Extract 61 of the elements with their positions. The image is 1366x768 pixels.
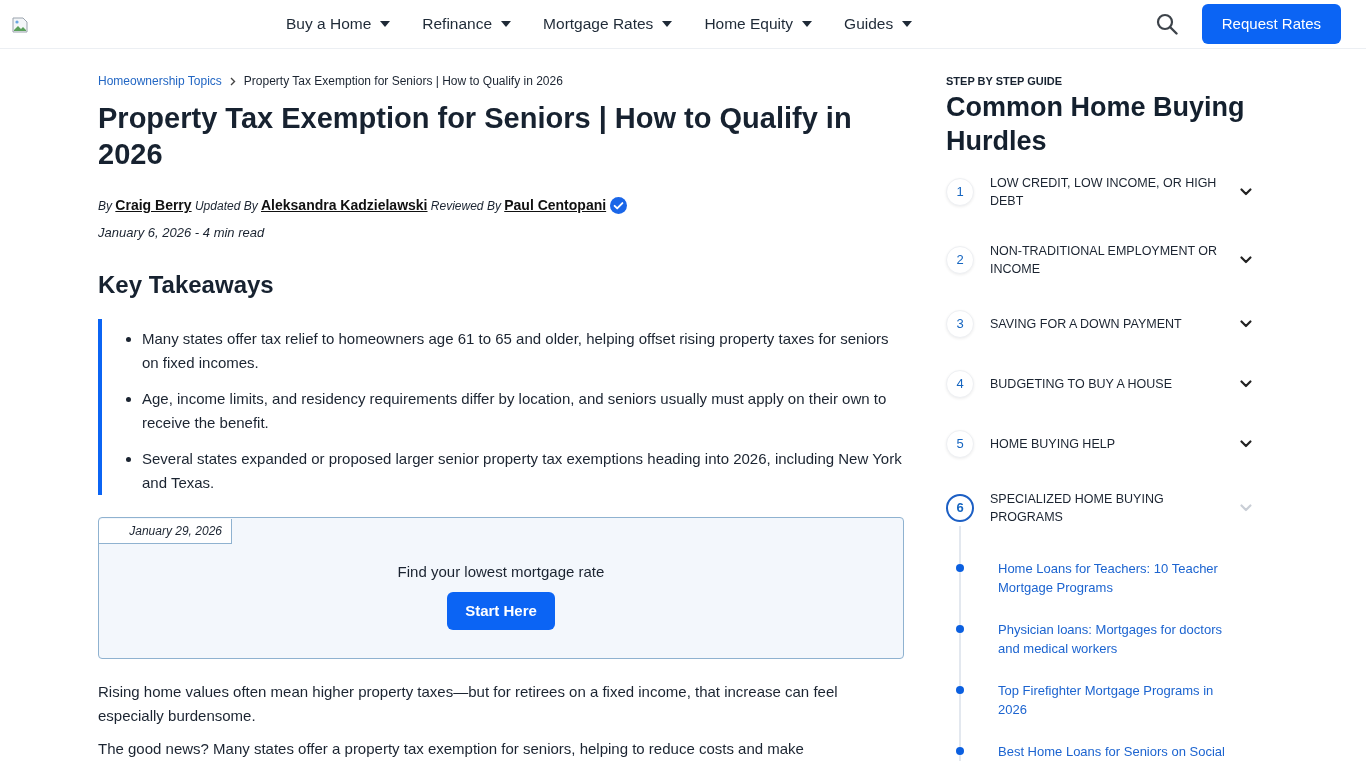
nav-link[interactable]: Refinance: [422, 12, 512, 36]
chevron-right-icon: [229, 76, 236, 86]
byline: By Craig Berry Updated By Aleksandra Kadzielawski Reviewed By Paul Centopani: [98, 195, 904, 216]
bullet-icon: [126, 337, 131, 342]
takeaway-text: Many states offer tax relief to homeowners age 61 to 65 and older, helping offset rising property taxes for seniors on fixed incomes.: [142, 329, 890, 373]
caret-icon: [501, 21, 512, 27]
caret-icon: [802, 21, 813, 27]
bullet-icon: [126, 397, 131, 402]
step-title[interactable]: SAVING FOR A DOWN PAYMENT: [990, 315, 1225, 333]
caret-icon: [380, 21, 391, 27]
author-link[interactable]: Craig Berry: [115, 197, 192, 213]
guide-link[interactable]: Physician loans: Mortgages for doctors and medical workers: [998, 620, 1230, 658]
guide-title: Common Home Buying Hurdles: [946, 91, 1246, 158]
start-here-button[interactable]: Start Here: [447, 592, 555, 630]
step-number: 4: [946, 370, 974, 398]
chevron-down-icon[interactable]: [1240, 440, 1252, 448]
takeaway-text: Several states expanded or proposed larger senior property tax exemptions heading into 2026, including New York and Texas.: [142, 449, 903, 493]
chevron-down-icon[interactable]: [1240, 380, 1252, 388]
timeline-dot-icon: [956, 625, 964, 633]
nav-link[interactable]: Home Equity: [704, 12, 813, 36]
caret-icon: [662, 21, 673, 27]
step-number: 2: [946, 246, 974, 274]
author-link[interactable]: Paul Centopani: [504, 197, 607, 213]
step-title[interactable]: BUDGETING TO BUY A HOUSE: [990, 375, 1225, 393]
chevron-down-icon[interactable]: [1240, 320, 1252, 328]
nav-link[interactable]: Mortgage Rates: [543, 12, 673, 36]
bullet-icon: [126, 457, 131, 462]
step-number: 3: [946, 310, 974, 338]
caret-icon: [902, 21, 913, 27]
breadcrumb-current: Property Tax Exemption for Seniors | How to Qualify in 2026: [243, 73, 563, 90]
article-title: Property Tax Exemption for Seniors | How to Qualify in 2026: [98, 101, 853, 172]
timeline-dot-icon: [956, 747, 964, 755]
guide-link[interactable]: Home Loans for Teachers: 10 Teacher Mortgage Programs: [998, 559, 1230, 597]
request-rates-button[interactable]: Request Rates: [1201, 4, 1341, 44]
step-title[interactable]: HOME BUYING HELP: [990, 435, 1225, 453]
step-title[interactable]: NON-TRADITIONAL EMPLOYMENT OR INCOME: [990, 242, 1225, 278]
nav-link[interactable]: Buy a Home: [286, 12, 391, 36]
chevron-down-icon[interactable]: [1240, 256, 1252, 264]
takeaway-text: Age, income limits, and residency requirements differ by location, and seniors usually must apply on their own to receive the benefit.: [142, 389, 888, 433]
author-link[interactable]: Aleksandra Kadzielawski: [261, 197, 428, 213]
search-icon[interactable]: [1155, 13, 1178, 35]
section-heading: Key Takeaways: [98, 270, 275, 300]
article-paragraph: The good news? Many states offer a property tax exemption for seniors, helping to reduce costs and make: [98, 739, 805, 759]
step-number: 5: [946, 430, 974, 458]
step-title[interactable]: LOW CREDIT, LOW INCOME, OR HIGH DEBT: [990, 174, 1225, 210]
guide-link[interactable]: Top Firefighter Mortgage Programs in 2026: [998, 681, 1230, 719]
timeline-dot-icon: [956, 564, 964, 572]
step-number: 6: [946, 494, 974, 522]
image-icon[interactable]: [12, 17, 28, 33]
article-meta: January 6, 2026 - 4 min read: [98, 224, 266, 242]
chevron-down-icon[interactable]: [1240, 188, 1252, 196]
rate-prompt: Find your lowest mortgage rate: [396, 562, 606, 582]
article-paragraph: Rising home values often mean higher property taxes—but for retirees on a fixed income, that increase can feel especially burdensome.: [98, 682, 839, 726]
rate-date: January 29, 2026: [99, 519, 232, 544]
timeline-dot-icon: [956, 686, 964, 694]
step-title[interactable]: SPECIALIZED HOME BUYING PROGRAMS: [990, 490, 1225, 526]
breadcrumb-link[interactable]: Homeownership Topics: [98, 72, 222, 90]
step-number: 1: [946, 178, 974, 206]
guide-link[interactable]: Best Home Loans for Seniors on Social: [998, 742, 1230, 761]
nav-link[interactable]: Guides: [844, 12, 913, 36]
guide-eyebrow: STEP BY STEP GUIDE: [946, 74, 1064, 89]
